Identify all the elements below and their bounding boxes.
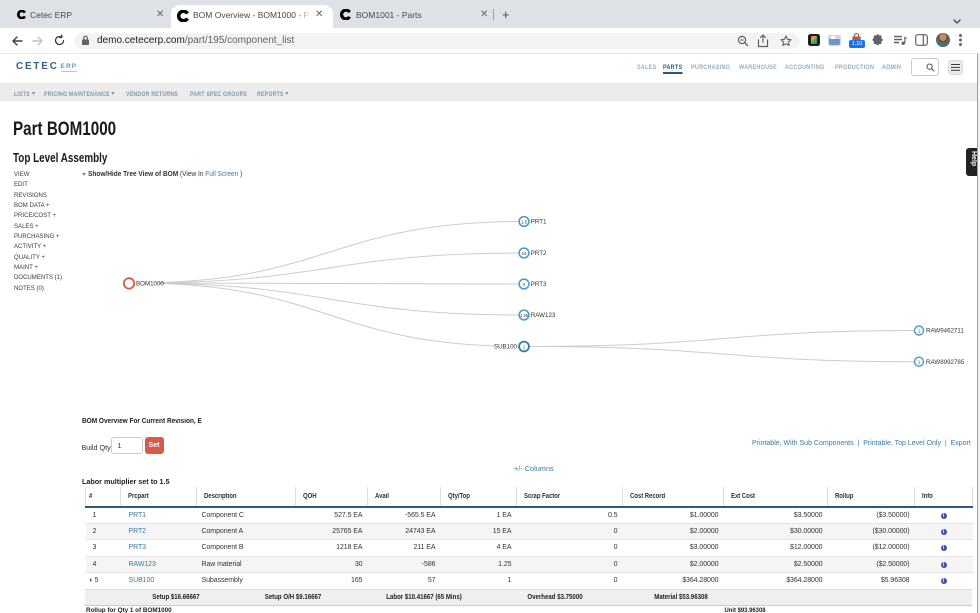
svg-text:1.5: 1.5 — [521, 219, 527, 224]
svg-text:15: 15 — [522, 251, 527, 256]
svg-text:RAW123: RAW123 — [531, 312, 556, 319]
svg-text:PRT1: PRT1 — [531, 219, 547, 226]
svg-text:PRT3: PRT3 — [531, 281, 547, 288]
svg-text:BOM1000: BOM1000 — [136, 281, 164, 288]
svg-text:1.25: 1.25 — [520, 313, 529, 318]
svg-text:PRT2: PRT2 — [531, 250, 547, 257]
svg-text:SUB100: SUB100 — [494, 344, 518, 351]
svg-text:RAW9462711: RAW9462711 — [926, 328, 964, 335]
svg-text:RAW8992785: RAW8992785 — [926, 359, 965, 366]
